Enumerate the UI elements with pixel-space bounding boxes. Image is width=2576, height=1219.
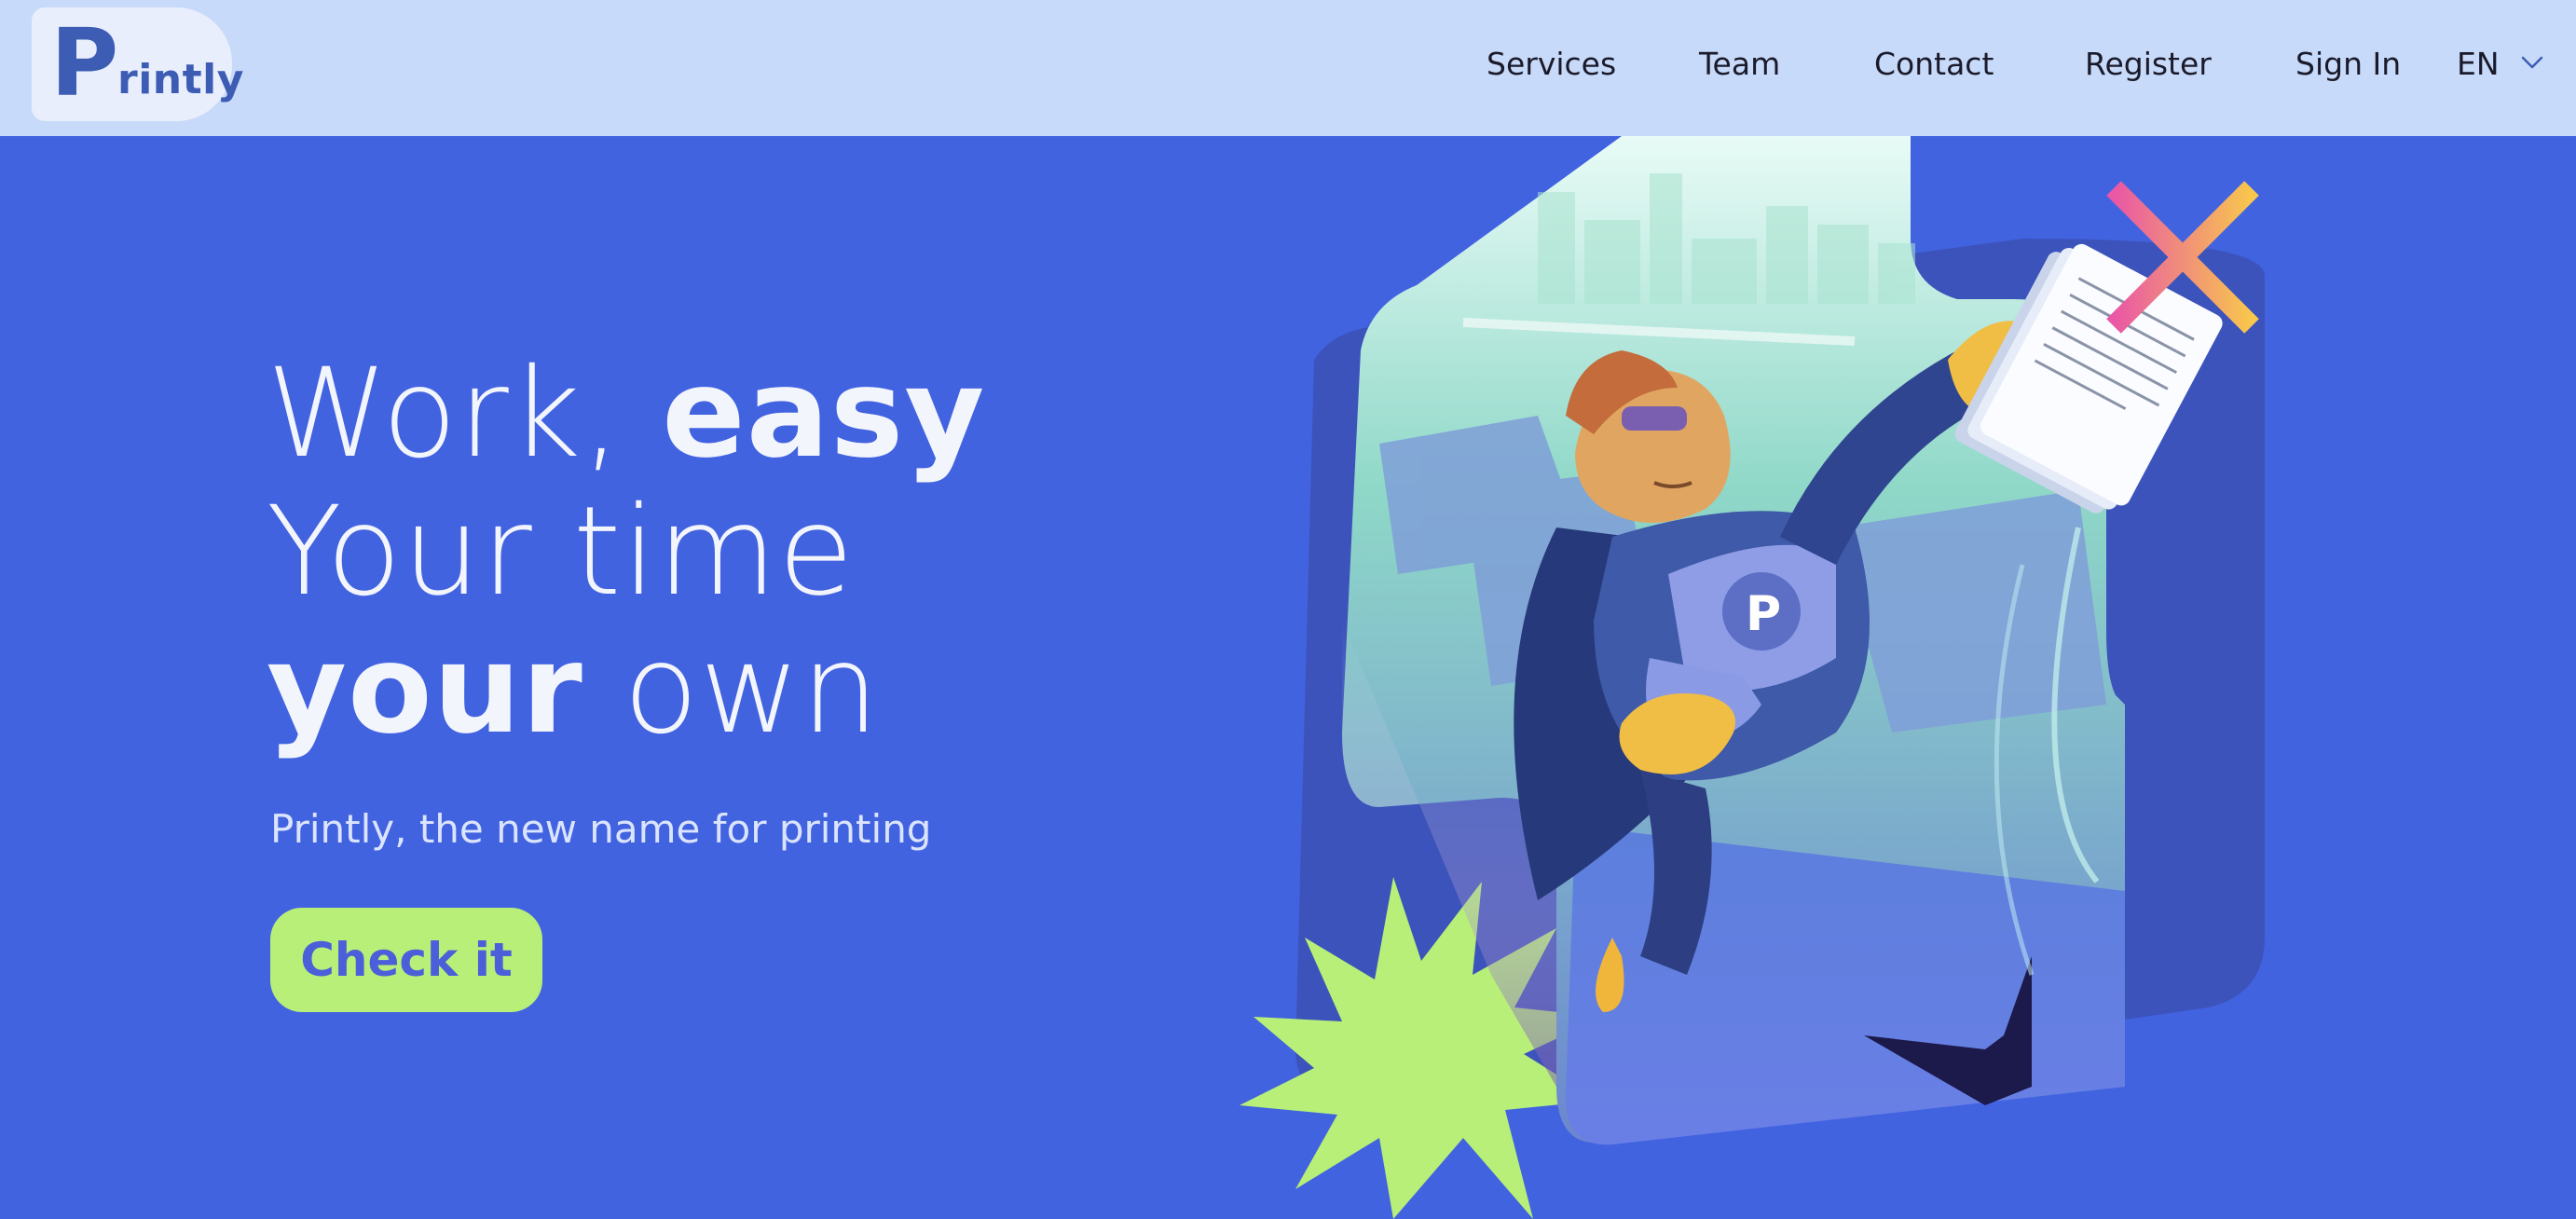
nav-link-register[interactable]: Register	[2085, 41, 2212, 88]
headline-line-1: Work, easy	[267, 345, 985, 483]
chest-emblem-letter: P	[1746, 586, 1781, 642]
logo-letter: P	[50, 8, 119, 117]
asterisk-sparkle	[2086, 160, 2280, 354]
nav-link-sign-in[interactable]: Sign In	[2295, 41, 2401, 88]
language-selector[interactable]: EN	[2457, 41, 2500, 88]
headline-line-2: Your time	[267, 483, 985, 621]
headline-own: own	[582, 618, 881, 761]
hero-headline: Work, easy Your time your own	[267, 345, 985, 759]
hero-subtitle: Printly, the new name for printing	[270, 806, 932, 852]
headline-your-time: Your time	[267, 480, 855, 623]
check-it-button[interactable]: Check it	[270, 908, 542, 1012]
headline-easy: easy	[662, 342, 986, 486]
chevron-down-icon[interactable]	[2520, 50, 2544, 75]
nav-link-team[interactable]: Team	[1699, 41, 1780, 88]
top-navigation-bar: P rintly Services Team Contact Register …	[0, 0, 2576, 136]
headline-your: your	[267, 618, 583, 761]
nav-link-contact[interactable]: Contact	[1874, 41, 1994, 88]
nav-link-services[interactable]: Services	[1487, 41, 1616, 88]
printly-logo[interactable]: P rintly	[32, 7, 243, 121]
hero-illustration: P	[1240, 136, 2280, 1219]
headline-line-3: your own	[267, 621, 985, 759]
logo-text: rintly	[117, 56, 244, 103]
headline-work: Work,	[267, 342, 663, 486]
